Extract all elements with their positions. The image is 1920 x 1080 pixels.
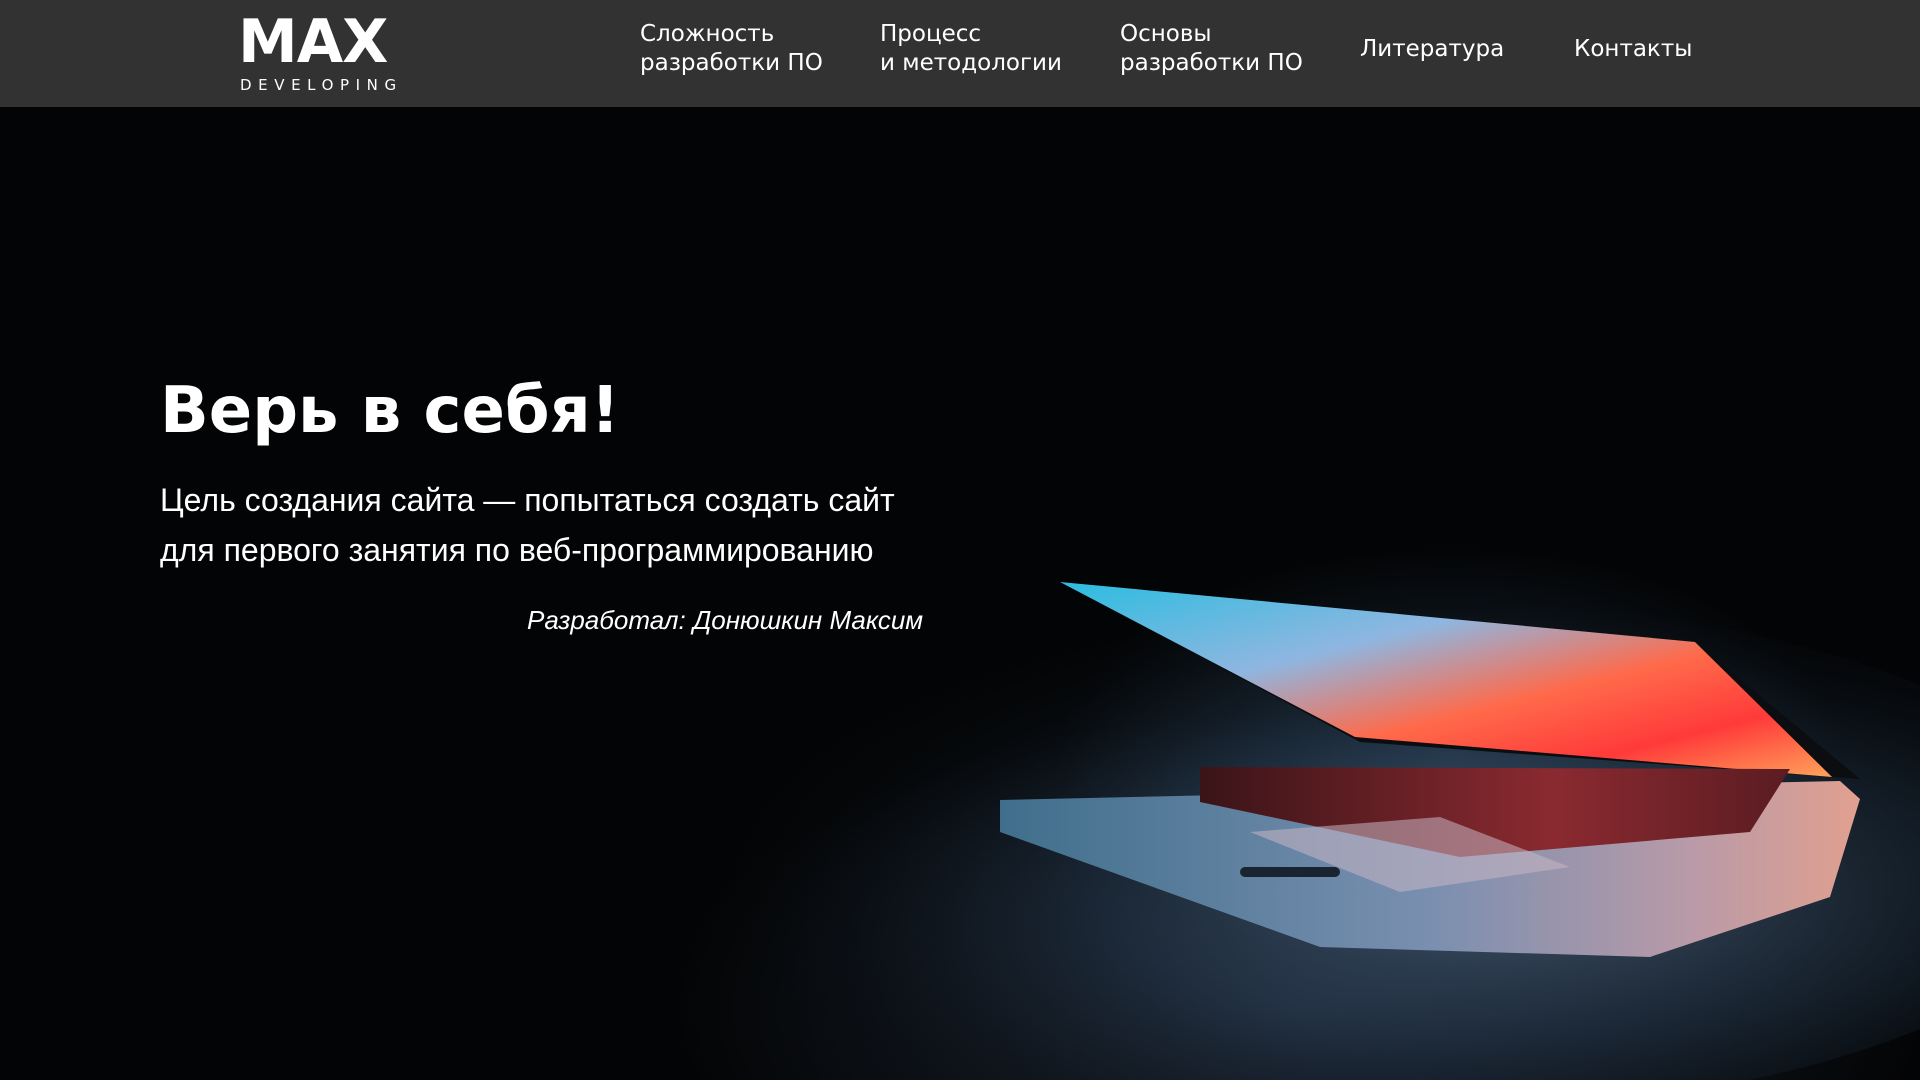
nav-item-label: разработки ПО bbox=[1120, 50, 1303, 76]
hero-subtitle: Цель создания сайта — попытаться создать… bbox=[160, 475, 960, 575]
hero-banner: Верь в себя! Цель создания сайта — попыт… bbox=[0, 107, 1920, 1080]
hero-subtitle-line: Цель создания сайта — попытаться создать… bbox=[160, 482, 895, 518]
nav-item-basics[interactable]: Основы разработки ПО bbox=[1120, 20, 1303, 78]
site-header: MAX DEVELOPING Сложность разработки ПО П… bbox=[0, 0, 1920, 107]
hero-subtitle-line: для первого занятия по веб-программирова… bbox=[160, 532, 874, 568]
main-nav: Сложность разработки ПО Процесс и методо… bbox=[0, 0, 1920, 107]
nav-item-literature[interactable]: Литература bbox=[1360, 35, 1504, 64]
nav-item-label: разработки ПО bbox=[640, 50, 823, 76]
nav-item-label: Основы bbox=[1120, 21, 1212, 47]
hero-headline: Верь в себя! bbox=[160, 374, 620, 448]
nav-item-contacts[interactable]: Контакты bbox=[1574, 35, 1692, 64]
nav-item-label: и методологии bbox=[880, 50, 1062, 76]
nav-item-label: Сложность bbox=[640, 21, 775, 47]
nav-item-complexity[interactable]: Сложность разработки ПО bbox=[640, 20, 823, 78]
laptop-notch bbox=[1240, 867, 1340, 877]
nav-item-label: Литература bbox=[1360, 36, 1505, 62]
nav-item-label: Процесс bbox=[880, 21, 982, 47]
nav-item-process[interactable]: Процесс и методологии bbox=[880, 20, 1062, 78]
author-credit: Разработал: Донюшкин Максим bbox=[527, 605, 924, 635]
nav-item-label: Контакты bbox=[1574, 36, 1693, 62]
